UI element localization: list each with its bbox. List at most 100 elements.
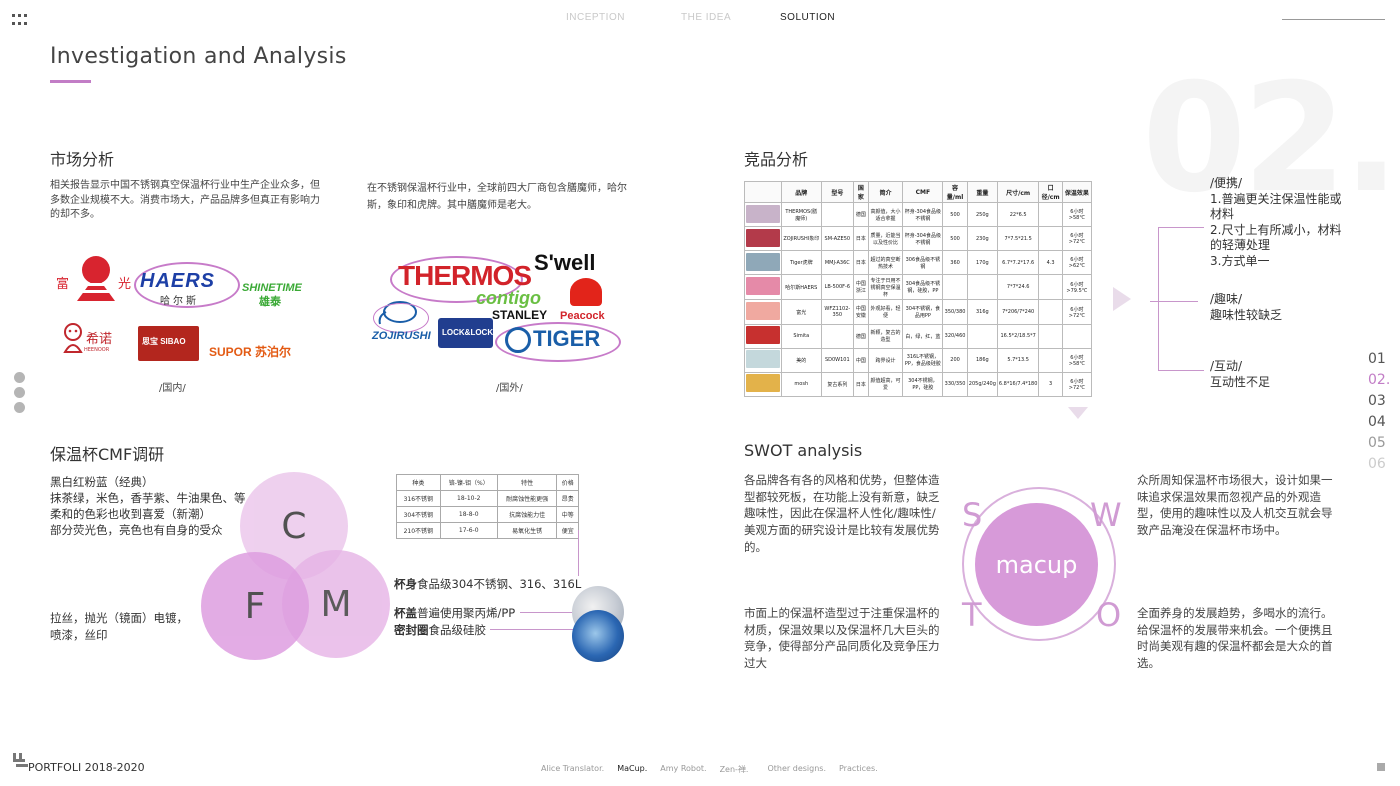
competitor-table: 品牌 型号 国家 简介 CMF 容量/ml 重量 尺寸/cm 口径/cm 保温效果 THERMOS… bbox=[744, 181, 1093, 398]
nav-the-idea[interactable]: THE IDEA bbox=[670, 12, 780, 23]
zojirushi-logo: ZOJIRUSHI bbox=[372, 330, 431, 342]
cmf-body: 杯身食品级304不锈钢、316、316L bbox=[394, 577, 582, 591]
triangle-down-icon bbox=[1068, 407, 1088, 419]
page-02[interactable]: 02. bbox=[1368, 372, 1390, 388]
page-04[interactable]: 04 bbox=[1368, 414, 1390, 430]
competitor-cell-intro: 高颜值，大小适合拿握 bbox=[867, 201, 904, 228]
product-thumbnail bbox=[744, 347, 782, 373]
page-01[interactable]: 01 bbox=[1368, 351, 1390, 367]
dot-3[interactable] bbox=[14, 402, 25, 413]
competitor-cell-effect: 6小时>72℃ bbox=[1061, 226, 1093, 252]
competitor-cell-effect bbox=[1061, 323, 1093, 349]
nav-solution[interactable]: SOLUTION bbox=[780, 12, 835, 23]
footer-nav: Alice Translator. MaCup. Amy Robot. Zen-… bbox=[541, 764, 878, 775]
competitor-cell-cmf: 杯身-304食品级不锈钢 bbox=[902, 226, 944, 252]
summary-interact: /互动/ 互动性不足 bbox=[1210, 359, 1271, 389]
dot-2[interactable] bbox=[14, 387, 25, 398]
footer-macup[interactable]: MaCup. bbox=[617, 764, 647, 775]
competitor-cell-cap: 360 bbox=[942, 250, 968, 276]
competitor-cell-size: 7*7.5*21.5 bbox=[996, 226, 1040, 252]
competitor-cell-mouth bbox=[1038, 274, 1063, 301]
competitor-cell-country: 中国安徽 bbox=[853, 299, 869, 325]
title-underline bbox=[50, 80, 91, 83]
cmf-seal: 密封圈食品级硅胶 bbox=[394, 623, 486, 637]
competitor-row: mosh 复古系列 日本 颜值超高，可爱 304不锈钢，PP，硅胶 330/350 205g… bbox=[744, 371, 1093, 398]
competitor-cell-cmf: 白，绿，红，蓝 bbox=[902, 323, 944, 349]
competitor-cell-cap: 500 bbox=[942, 226, 968, 252]
competitor-header: 口径/cm bbox=[1038, 181, 1063, 203]
page-title: Investigation and Analysis bbox=[50, 44, 347, 69]
competitor-cell-intro: 专注于日用不锈钢真空保温杯 bbox=[867, 274, 904, 301]
peacock-icon bbox=[570, 278, 602, 306]
locklock-logo: LOCK&LOCK bbox=[438, 318, 493, 348]
competitor-cell-brand: 富光 bbox=[781, 299, 822, 325]
swell-logo: S'well bbox=[534, 250, 596, 275]
bracket-mid bbox=[1150, 301, 1198, 302]
competitor-cell-model: 复古系列 bbox=[820, 371, 855, 398]
top-nav: INCEPTION THE IDEA SOLUTION bbox=[560, 12, 835, 23]
connector-table bbox=[578, 530, 579, 576]
competitor-cell-effect: 6小时>72℃ bbox=[1061, 371, 1093, 398]
competitor-cell-mouth bbox=[1038, 347, 1063, 373]
footer-amy[interactable]: Amy Robot. bbox=[660, 764, 706, 775]
competitor-cell-weight: 186g bbox=[966, 347, 998, 373]
competitor-cell-size: 22*6.5 bbox=[996, 201, 1040, 228]
page-03[interactable]: 03 bbox=[1368, 393, 1390, 409]
competitor-row: 哈尔斯HAERS LB-500F-6 中国浙江 专注于日用不锈钢真空保温杯 304食品级… bbox=[744, 274, 1093, 301]
competitor-cell-weight bbox=[966, 274, 998, 301]
competitor-cell-country: 日本 bbox=[853, 371, 869, 398]
haers-logo: HAERS bbox=[140, 270, 216, 292]
competitor-cell-cmf: 304不锈钢，PP，硅胶 bbox=[902, 371, 944, 398]
competitor-cell-weight: 205g/240g bbox=[966, 371, 998, 398]
competitor-cell-intro: 外观好看，轻便 bbox=[867, 299, 904, 325]
competitor-row: ZOJIRUSHI象印 SM-AZE50 日本 质量，近能当以及性价比 杯身-304食品… bbox=[744, 226, 1093, 252]
competitor-cell-country: 德国 bbox=[853, 201, 869, 228]
competitor-header: 容量/ml bbox=[942, 181, 968, 203]
footer-square-icon[interactable] bbox=[1377, 763, 1385, 771]
cmf-lid: 杯盖普遍使用聚丙烯/PP bbox=[394, 606, 516, 620]
competitor-cell-weight bbox=[966, 323, 998, 349]
competitor-cell-size: 6.7*7.2*17.6 bbox=[996, 250, 1040, 276]
silicone-tube-image bbox=[572, 610, 624, 662]
competitor-cell-brand: 美的 bbox=[781, 347, 822, 373]
footer-other[interactable]: Other designs. bbox=[767, 764, 826, 775]
arrow-right-icon bbox=[1113, 287, 1131, 311]
caption-domestic: /国内/ bbox=[159, 383, 186, 394]
product-thumbnail bbox=[744, 201, 782, 228]
competitor-header: 尺寸/cm bbox=[996, 181, 1040, 203]
competitor-cell-weight: 230g bbox=[966, 226, 998, 252]
heenoor-logo: 希诺 HEENOOR bbox=[62, 322, 112, 360]
tiger-icon bbox=[505, 327, 531, 353]
product-thumbnail bbox=[744, 299, 782, 325]
footer-practices[interactable]: Practices. bbox=[839, 764, 878, 775]
menu-grid-icon[interactable] bbox=[12, 14, 28, 26]
zojirushi-highlight bbox=[373, 303, 429, 333]
dot-1[interactable] bbox=[14, 372, 25, 383]
slide-dots bbox=[14, 372, 25, 413]
competitor-cell-model: MMJ-A36C bbox=[820, 250, 855, 276]
competitor-cell-mouth bbox=[1038, 299, 1063, 325]
competitor-cell-weight: 316g bbox=[966, 299, 998, 325]
circle-f: F bbox=[201, 552, 309, 660]
competitor-cell-model bbox=[820, 201, 855, 228]
competitor-header: 品牌 bbox=[781, 181, 822, 203]
footer-label: PORTFOLI 2018-2020 bbox=[28, 761, 145, 774]
footer-zen[interactable]: Zen-禅. bbox=[720, 764, 749, 775]
page-05[interactable]: 05 bbox=[1368, 435, 1390, 451]
footer-alice[interactable]: Alice Translator. bbox=[541, 764, 604, 775]
competitor-cell-country: 日本 bbox=[853, 226, 869, 252]
cmf-color-text: 黑白红粉蓝（经典） 抹茶绿，米色，香芋紫、牛油果色、等 柔和的色彩也收到喜爱（新… bbox=[50, 475, 246, 538]
product-thumbnail bbox=[744, 323, 782, 349]
nav-inception[interactable]: INCEPTION bbox=[560, 12, 670, 23]
competitor-cell-cap bbox=[942, 274, 968, 301]
competitor-cell-mouth bbox=[1038, 201, 1063, 228]
competitor-cell-cmf: 杯身-304食品级不锈钢 bbox=[902, 201, 944, 228]
page-06[interactable]: 06 bbox=[1368, 456, 1390, 472]
competitor-row: Tiger虎牌 MMJ-A36C 日本 超过的真空断热技术 306食品级不锈钢 360 17… bbox=[744, 250, 1093, 276]
competitor-cell-intro: 跨界设计 bbox=[867, 347, 904, 373]
competitor-cell-model: WFZ1102-350 bbox=[820, 299, 855, 325]
competitor-cell-country: 德国 bbox=[853, 323, 869, 349]
swot-letter-o: O bbox=[1096, 596, 1122, 634]
competitor-header bbox=[744, 181, 782, 203]
haers-sub: 哈尔斯 bbox=[160, 296, 199, 307]
